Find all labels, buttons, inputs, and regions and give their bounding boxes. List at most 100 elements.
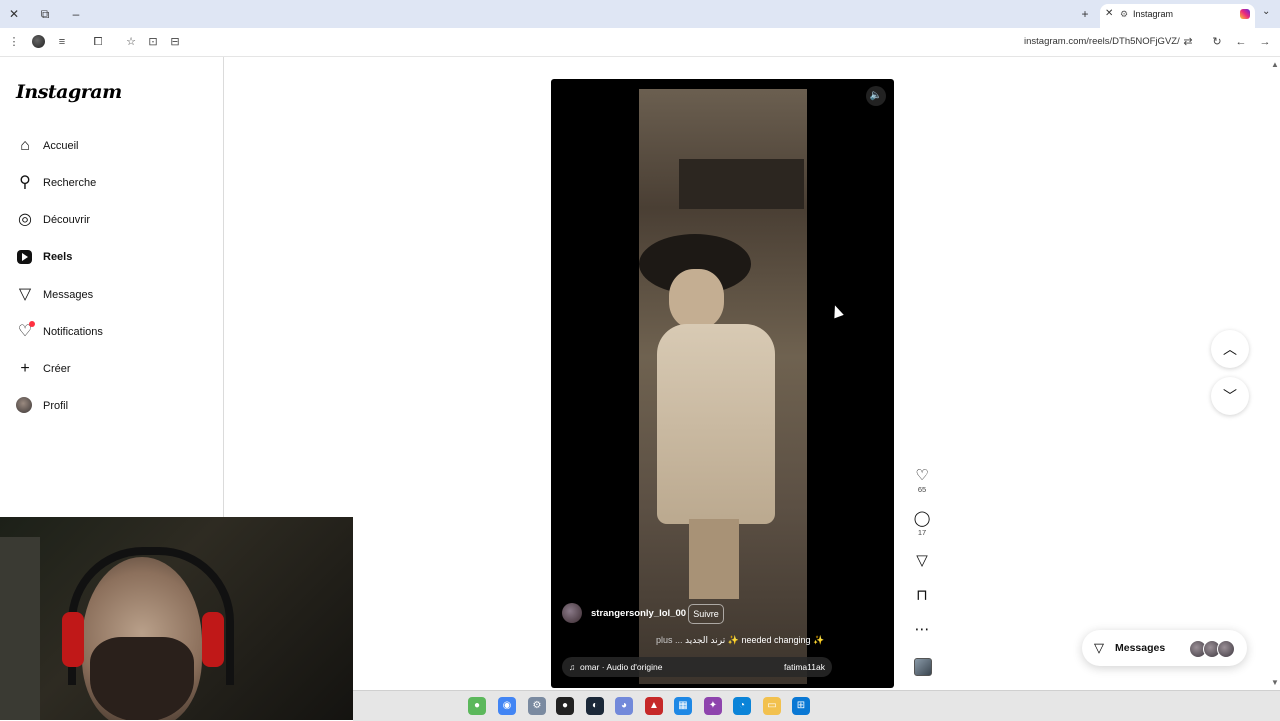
steam-icon[interactable]: ◐ [586,697,604,715]
messages-pill-label: Messages [1115,642,1166,654]
menu-dots-icon[interactable]: ⋮ [6,34,22,50]
window-restore-button[interactable]: ⧉ [36,5,54,23]
scroll-down-arrow-icon[interactable]: ▼ [1271,678,1279,687]
sidebar-item-reels[interactable]: Reels [16,248,206,270]
audio-thumbnail[interactable] [914,658,932,676]
adobe-icon[interactable]: ▲ [645,697,663,715]
instagram-logo[interactable]: Instagram [16,81,122,103]
scroll-up-arrow-icon[interactable]: ▲ [1271,60,1279,69]
save-action[interactable]: ⊓ [911,588,933,604]
sidebar-item-messages[interactable]: ▽ Messages [16,286,206,308]
volume-icon[interactable]: 🔈 [866,86,886,106]
more-dots-icon[interactable]: ⋯ [911,622,933,638]
music-note-icon: ♫ [569,662,576,672]
video-background-door [679,159,804,209]
heart-icon[interactable]: ♡ [911,468,933,484]
author-avatar[interactable] [562,603,582,623]
instagram-favicon-icon [1240,9,1250,19]
os-taskbar: ● ◉ ⚙ ● ◐ ◕ ▲ ▦ ✦ ◔ ▭ ⊞ [353,690,1280,721]
paper-plane-icon: ▽ [1094,640,1104,655]
audio-user: fatima11ak [784,662,825,672]
tab-instagram[interactable]: ✕ ⚙ Instagram [1100,4,1255,28]
home-icon: ⌂ [20,137,30,154]
extensions-icon[interactable]: ⧠ [90,34,106,50]
sidebar-item-notifications[interactable]: ♡ Notifications [16,321,206,345]
sidebar-item-accueil[interactable]: ⌂ Accueil [16,137,206,159]
forward-icon[interactable]: → [1257,34,1273,50]
edge-icon[interactable]: ◔ [733,697,751,715]
compass-icon: ◎ [18,211,32,228]
audio-title: omar · Audio d'origine [580,662,663,672]
sidebar-item-label: Reels [43,251,73,263]
sidebar-item-label: Recherche [43,177,97,189]
author-username[interactable]: strangersonly_lol_00 [591,608,686,619]
headset-left-ear [62,612,84,667]
sidebar-item-label: Notifications [43,326,103,338]
caption-text: ترند الجديد ✨ needed changing ✨ [685,635,825,645]
window-close-button[interactable]: ✕ [5,5,23,23]
tab-close-icon[interactable]: ✕ [1105,4,1113,24]
tab-search-icon[interactable]: ⌄ [1262,6,1270,17]
search-icon: ⚲ [19,174,31,191]
windows-icon[interactable]: ⊞ [792,697,810,715]
caption-more-link[interactable]: plus ... [656,635,683,645]
more-options-action[interactable]: ⋯ [911,622,933,638]
reload-icon[interactable]: ↻ [1209,34,1225,50]
reel-caption[interactable]: plus ... ترند الجديد ✨ needed changing ✨ [656,635,824,646]
avatar [1217,640,1235,658]
sidebar-item-creer[interactable]: + Créer [16,360,206,382]
reading-list-icon[interactable]: ≡ [54,34,70,50]
chevron-up-icon: ︿ [1223,341,1237,357]
app-icon[interactable]: ● [468,697,486,715]
webcam-overlay [0,517,353,720]
paper-plane-icon: ▽ [18,286,32,303]
reel-video-player[interactable]: 🔈 strangersonly_lol_00 Suivre plus ... ت… [551,79,894,688]
back-icon[interactable]: ← [1233,34,1249,50]
paper-plane-icon[interactable]: ▽ [911,553,933,569]
video-child-dress [657,324,775,524]
bookmark-star-icon[interactable]: ☆ [123,34,139,50]
discord-icon[interactable]: ◕ [615,697,633,715]
like-action[interactable]: ♡ 65 [911,468,933,495]
plus-icon: + [20,360,30,377]
audio-bar[interactable]: ♫ omar · Audio d'origine fatima11ak [562,657,832,677]
browser-tab-bar: ✕ ⧉ – + ✕ ⚙ Instagram ⌄ [0,0,1280,28]
comment-count: 17 [917,528,927,537]
sidebar-item-decouvrir[interactable]: ◎ Découvrir [16,211,206,233]
sidebar-item-label: Profil [43,400,69,412]
next-reel-button[interactable]: ﹀ [1211,377,1249,415]
bookmark-icon[interactable]: ⊓ [911,588,933,604]
address-bar: ⋮ ≡ ⧠ ☆ ⊡ ⊟ instagram.com/reels/DTh5NOFj… [0,28,1280,57]
sidebar-item-profil[interactable]: Profil [16,397,206,419]
tab-title: Instagram [1133,9,1174,19]
chrome-icon[interactable]: ◉ [498,697,516,715]
settings-icon[interactable]: ⚙ [528,697,546,715]
instagram-sidebar: Instagram ⌂ Accueil ⚲ Recherche ◎ Découv… [0,57,224,517]
reels-icon [17,250,32,264]
previous-reel-button[interactable]: ︿ [1211,330,1249,368]
file-explorer-icon[interactable]: ▭ [763,697,781,715]
profile-avatar [16,397,32,413]
messages-pill[interactable]: ▽ Messages [1082,630,1247,666]
comment-icon[interactable]: ◯ [911,511,933,527]
new-tab-button[interactable]: + [1076,5,1094,23]
reel-author: strangersonly_lol_00 Suivre [562,603,862,625]
sidebar-item-recherche[interactable]: ⚲ Recherche [16,174,206,196]
comment-action[interactable]: ◯ 17 [911,511,933,538]
app-grid-icon[interactable]: ✦ [704,697,722,715]
cast-icon[interactable]: ⊟ [167,34,183,50]
follow-button[interactable]: Suivre [688,604,724,624]
headset-right-ear [202,612,224,667]
site-settings-icon[interactable]: ⇄ [1180,34,1196,50]
like-count: 65 [917,485,927,494]
translate-icon[interactable]: ⊡ [145,34,161,50]
share-action[interactable]: ▽ [911,553,933,569]
window-minimize-button[interactable]: – [67,5,85,23]
browser-profile-avatar[interactable] [32,35,45,48]
sidebar-item-label: Découvrir [43,214,91,226]
url-field[interactable]: instagram.com/reels/DTh5NOFjGVZ/ [1024,36,1180,47]
chevron-down-icon: ﹀ [1223,388,1237,404]
calculator-icon[interactable]: ▦ [674,697,692,715]
obs-icon[interactable]: ● [556,697,574,715]
sidebar-item-label: Messages [43,289,94,301]
